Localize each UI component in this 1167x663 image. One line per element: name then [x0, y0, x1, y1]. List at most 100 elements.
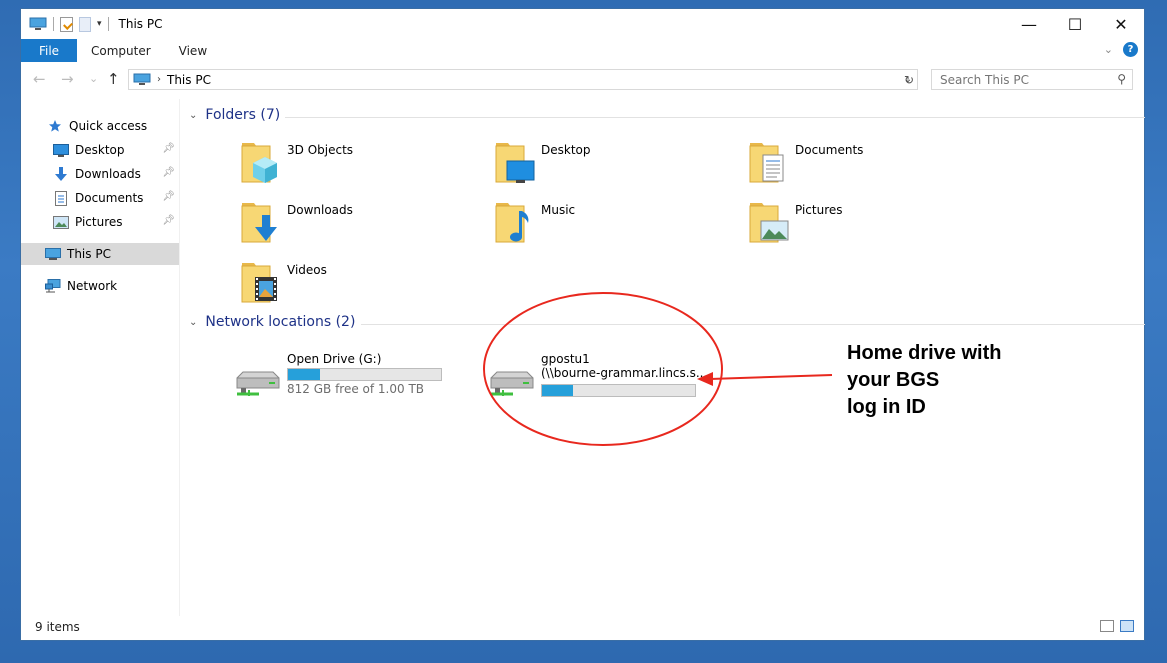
download-arrow-icon	[53, 166, 69, 181]
computer-icon	[45, 247, 61, 261]
new-folder-icon[interactable]	[79, 16, 91, 32]
tab-view[interactable]: View	[165, 39, 221, 62]
pin-icon[interactable]: 📌︎	[162, 167, 175, 178]
computer-icon	[29, 17, 47, 30]
3d-objects-folder-icon	[241, 143, 277, 183]
network-icon	[45, 279, 61, 293]
drive-usage-bar	[541, 384, 696, 397]
large-icons-view-button[interactable]	[1120, 620, 1134, 632]
view-switcher	[1100, 620, 1134, 632]
pictures-folder-icon	[749, 203, 789, 243]
search-input[interactable]	[940, 72, 1110, 87]
collapse-chevron-icon[interactable]: ⌄	[189, 317, 197, 328]
picture-icon	[53, 215, 69, 229]
folder-music[interactable]: Music	[495, 199, 735, 249]
sidebar-item-label: Pictures	[75, 215, 123, 229]
pin-icon[interactable]: 📌︎	[162, 191, 175, 202]
folder-label: Music	[541, 203, 576, 217]
folder-label: Documents	[795, 143, 864, 157]
status-bar: 9 items	[21, 614, 1144, 640]
properties-icon[interactable]	[60, 16, 73, 32]
group-divider	[285, 117, 1145, 118]
breadcrumb-separator-icon: ›	[157, 74, 161, 85]
address-bar[interactable]: › This PC ⌄	[128, 69, 918, 90]
window-title: This PC	[118, 17, 163, 31]
pin-icon[interactable]: 📌︎	[162, 215, 175, 226]
folder-label: 3D Objects	[287, 143, 354, 157]
customize-toolbar-chevron-icon[interactable]: ▾	[97, 19, 102, 29]
group-divider	[361, 324, 1145, 325]
file-explorer-window: ▾ This PC — ☐ ✕ File Computer View ⌄ ? ←…	[20, 8, 1145, 641]
network-locations-group-title: Network locations (2)	[205, 314, 356, 330]
sidebar-item-desktop[interactable]: Desktop 📌︎	[21, 139, 179, 161]
ribbon-right-controls: ⌄ ?	[1104, 42, 1138, 57]
drive-usage-fill	[542, 385, 573, 396]
help-icon[interactable]: ?	[1123, 42, 1138, 57]
toolbar-separator	[107, 17, 109, 31]
ribbon-tabs: File Computer View ⌄ ?	[21, 39, 1144, 62]
folder-label: Pictures	[795, 203, 843, 217]
sidebar-item-label: Network	[67, 279, 118, 293]
toolbar-separator	[53, 17, 54, 31]
forward-button[interactable]: →	[61, 70, 74, 88]
window-controls: — ☐ ✕	[1006, 9, 1144, 39]
details-view-button[interactable]	[1100, 620, 1114, 632]
title-bar: ▾ This PC — ☐ ✕	[21, 9, 1144, 39]
desktop-folder-icon	[495, 143, 535, 183]
folder-3d-objects[interactable]: 3D Objects	[241, 139, 481, 189]
star-icon	[47, 119, 63, 133]
folder-label: Videos	[287, 263, 327, 277]
music-folder-icon	[495, 203, 529, 243]
folder-downloads[interactable]: Downloads	[241, 199, 481, 249]
sidebar-item-label: Quick access	[69, 119, 148, 133]
recent-locations-chevron-icon[interactable]: ⌄	[89, 72, 98, 85]
network-locations-group-header[interactable]: ⌄ Network locations (2)	[189, 314, 1145, 330]
up-button[interactable]: ↑	[107, 70, 120, 88]
collapse-chevron-icon[interactable]: ⌄	[189, 110, 197, 121]
maximize-button[interactable]: ☐	[1052, 9, 1098, 39]
sidebar-item-downloads[interactable]: Downloads 📌︎	[21, 163, 179, 185]
network-drive-icon	[236, 371, 280, 396]
drive-name: Open Drive (G:)	[287, 352, 382, 366]
computer-icon	[133, 73, 151, 85]
videos-folder-icon	[241, 263, 277, 303]
pin-icon[interactable]: 📌︎	[162, 143, 175, 154]
folders-group-title: Folders (7)	[205, 107, 281, 123]
refresh-button[interactable]: ↻	[901, 69, 918, 90]
folder-videos[interactable]: Videos	[241, 259, 481, 309]
folder-pictures[interactable]: Pictures	[749, 199, 989, 249]
minimize-button[interactable]: —	[1006, 9, 1052, 39]
network-drive-gpostu1[interactable]: gpostu1 (\\bourne-grammar.lincs.s...	[489, 352, 719, 412]
drive-free-space: 812 GB free of 1.00 TB	[287, 382, 425, 396]
network-drive-open-drive[interactable]: Open Drive (G:) 812 GB free of 1.00 TB	[235, 352, 465, 412]
item-count: 9 items	[35, 620, 80, 634]
sidebar-item-network[interactable]: Network	[21, 275, 179, 297]
tab-computer[interactable]: Computer	[77, 39, 165, 62]
downloads-folder-icon	[241, 203, 277, 243]
back-button[interactable]: ←	[33, 70, 46, 88]
annotation-note: Home drive with your BGS log in ID	[847, 342, 1002, 418]
sidebar-item-label: Desktop	[75, 143, 125, 157]
document-icon	[53, 190, 69, 206]
sidebar-item-label: This PC	[67, 247, 111, 261]
sidebar-item-pictures[interactable]: Pictures 📌︎	[21, 211, 179, 233]
folder-desktop[interactable]: Desktop	[495, 139, 735, 189]
breadcrumb-this-pc[interactable]: This PC	[167, 73, 211, 87]
search-icon: ⚲	[1117, 72, 1126, 86]
sidebar-item-label: Documents	[75, 191, 144, 205]
tab-file[interactable]: File	[21, 39, 77, 62]
folder-documents[interactable]: Documents	[749, 139, 989, 189]
quick-access-toolbar: ▾	[21, 16, 109, 32]
drive-usage-fill	[288, 369, 321, 380]
navigation-pane: Quick access Desktop 📌︎ Downloads 📌︎ Doc…	[21, 99, 180, 616]
expand-ribbon-chevron-icon[interactable]: ⌄	[1104, 43, 1113, 56]
sidebar-item-this-pc[interactable]: This PC	[21, 243, 179, 265]
close-button[interactable]: ✕	[1098, 9, 1144, 39]
drive-name: gpostu1	[541, 352, 590, 366]
search-box[interactable]: ⚲	[931, 69, 1133, 90]
drive-usage-bar	[287, 368, 442, 381]
folders-group-header[interactable]: ⌄ Folders (7)	[189, 107, 1145, 123]
sidebar-item-quick-access[interactable]: Quick access	[21, 115, 179, 137]
sidebar-item-documents[interactable]: Documents 📌︎	[21, 187, 179, 209]
drive-unc-path: (\\bourne-grammar.lincs.s...	[541, 366, 708, 380]
